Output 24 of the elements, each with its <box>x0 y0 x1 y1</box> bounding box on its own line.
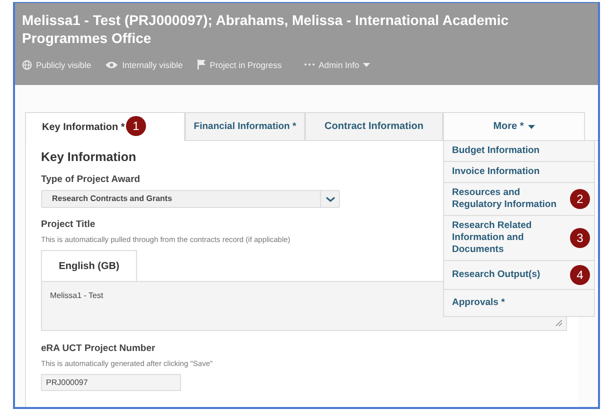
number-badge: 3 <box>570 228 590 248</box>
section-heading: Key Information <box>41 150 136 164</box>
tab[interactable]: More * <box>443 112 585 140</box>
menu-item[interactable]: Research Output(s) 4 <box>444 261 594 290</box>
number-badge: 1 <box>126 116 146 136</box>
status-label: Internally visible <box>122 60 183 70</box>
award-type-select[interactable]: Research Contracts and Grants <box>41 190 340 208</box>
menu-item[interactable]: Budget Information <box>444 141 594 162</box>
language-tab[interactable]: English (GB) <box>41 250 137 282</box>
field-label: Project Title <box>41 219 96 230</box>
menu-item[interactable]: Invoice Information <box>444 162 594 183</box>
project-title: Melissa1 - Test (PRJ000097); Abrahams, Melissa - International Academic Programmes Office <box>22 11 510 47</box>
status-label: Project in Progress <box>210 60 282 70</box>
tab[interactable]: Key Information * 1 <box>25 112 185 141</box>
number-badge: 4 <box>570 265 590 285</box>
field-label: Type of Project Award <box>41 174 140 185</box>
tab[interactable]: Financial Information * <box>185 112 305 140</box>
status-label: Publicly visible <box>36 60 92 70</box>
menu-item[interactable]: Resources and Regulatory Information 2 <box>444 183 594 216</box>
number-badge: 2 <box>570 189 590 209</box>
field-label: eRA UCT Project Number <box>41 343 156 354</box>
menu-item[interactable]: Research Related Information and Documents 3 <box>444 216 594 261</box>
project-number-field[interactable]: PRJ000097 <box>41 374 181 391</box>
tab[interactable]: Contract Information <box>305 112 443 140</box>
